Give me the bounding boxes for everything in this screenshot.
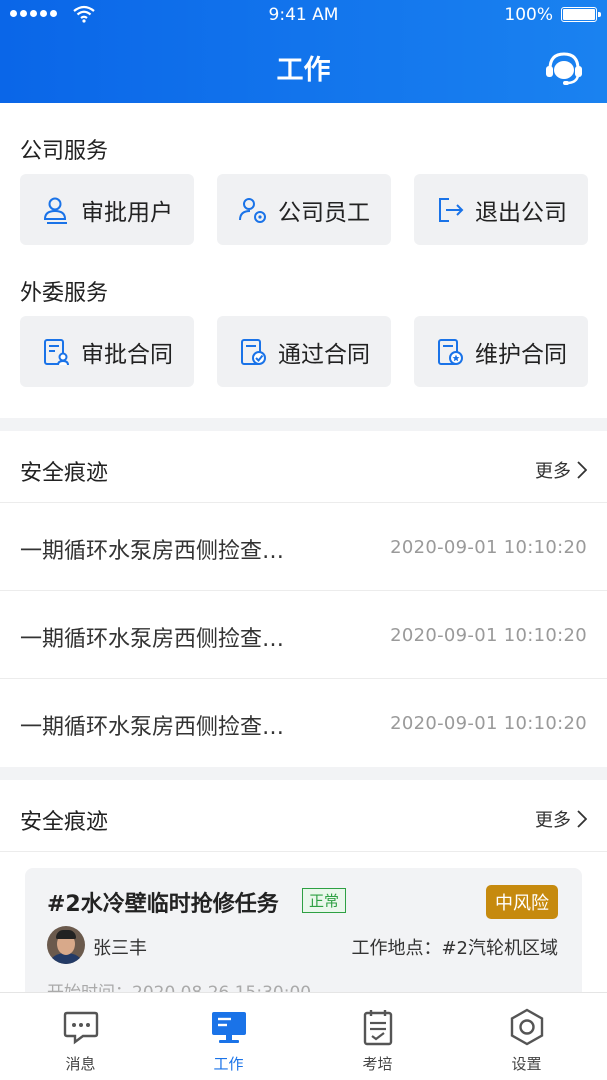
status-bar: 9:41 AM 100% [0, 0, 607, 30]
safety-traces-card: 安全痕迹 更多 一期循环水泵房西侧捡查… 2020-09-01 10:10:20… [0, 431, 607, 767]
maintain-contract-button[interactable]: 维护合同 [414, 316, 588, 387]
card-title: 安全痕迹 [20, 461, 109, 486]
card-header: 安全痕迹 更多 [0, 780, 607, 852]
tab-settings[interactable]: 设置 [451, 993, 602, 1080]
contract-check-icon [241, 338, 266, 365]
more-label: 更多 [535, 461, 571, 482]
chevron-right-icon [577, 461, 587, 479]
contract-star-icon [438, 338, 463, 365]
pass-contract-label: 通过合同 [278, 341, 370, 368]
item-time: 2020-09-01 10:10:20 [390, 625, 587, 646]
pass-contract-button[interactable]: 通过合同 [217, 316, 391, 387]
task-title: #2水冷壁临时抢修任务 [47, 892, 279, 917]
approve-user-icon [43, 197, 67, 224]
approve-contract-button[interactable]: 审批合同 [20, 316, 194, 387]
battery-percent: 100% [504, 5, 553, 25]
avatar [47, 926, 85, 964]
exam-icon [363, 1010, 393, 1046]
work-location: 工作地点：#2汽轮机区域 [351, 938, 558, 959]
approve-contract-label: 审批合同 [81, 341, 173, 368]
tab-exam[interactable]: 考培 [302, 993, 453, 1080]
app-header: 9:41 AM 100% 工作 [0, 0, 607, 103]
task-card[interactable]: #2水冷壁临时抢修任务 正常 中风险 张三丰 工作地点：#2汽轮机区域 开始时间… [25, 868, 582, 992]
battery-icon [561, 7, 601, 22]
tab-label: 工作 [213, 1055, 244, 1073]
item-title: 一期循环水泵房西侧捡查… [20, 627, 285, 652]
list-item[interactable]: 一期循环水泵房西侧捡查… 2020-09-01 10:10:20 [0, 591, 607, 679]
work-icon [212, 1012, 246, 1043]
exit-icon [439, 197, 464, 222]
approve-user-button[interactable]: 审批用户 [20, 174, 194, 245]
company-services-label: 公司服务 [20, 139, 109, 164]
employee-settings-icon [239, 197, 266, 223]
maintain-contract-label: 维护合同 [475, 341, 567, 368]
item-time: 2020-09-01 10:10:20 [390, 713, 587, 734]
item-title: 一期循环水泵房西侧捡查… [20, 539, 285, 564]
more-label: 更多 [535, 810, 571, 831]
tab-label: 考培 [362, 1055, 393, 1073]
tab-messages[interactable]: 消息 [5, 993, 156, 1080]
tab-label: 消息 [65, 1055, 96, 1073]
list-item[interactable]: 一期循环水泵房西侧捡查… 2020-09-01 10:10:20 [0, 679, 607, 767]
start-time: 开始时间：2020.08.26 15:30:00 [47, 978, 311, 992]
item-title: 一期循环水泵房西侧捡查… [20, 715, 285, 740]
page-title: 工作 [276, 55, 331, 86]
contract-approve-icon [44, 338, 69, 365]
item-time: 2020-09-01 10:10:20 [390, 537, 587, 558]
chevron-right-icon [577, 810, 587, 828]
company-employee-button[interactable]: 公司员工 [217, 174, 391, 245]
headset-icon[interactable] [543, 48, 585, 88]
risk-badge: 中风险 [486, 885, 558, 919]
more-link[interactable]: 更多 [535, 457, 587, 483]
status-badge: 正常 [302, 888, 347, 913]
person-name: 张三丰 [93, 938, 147, 959]
tab-label: 设置 [511, 1055, 542, 1073]
list-item[interactable]: 一期循环水泵房西侧捡查… 2020-09-01 10:10:20 [0, 503, 607, 591]
company-employee-label: 公司员工 [278, 199, 370, 226]
services-panel: 公司服务 审批用户 公司员工 退出公司 外委服务 审批合同 通过合同 维护合同 [0, 103, 607, 418]
tab-work[interactable]: 工作 [153, 993, 304, 1080]
exit-company-label: 退出公司 [475, 199, 567, 226]
card-title: 安全痕迹 [20, 810, 109, 835]
safety-tasks-card: 安全痕迹 更多 #2水冷壁临时抢修任务 正常 中风险 张三丰 工作地点：#2汽轮… [0, 780, 607, 992]
tab-bar: 消息 工作 考培 设置 [0, 992, 607, 1080]
message-icon [63, 1011, 99, 1045]
outsource-services-label: 外委服务 [20, 281, 109, 306]
exit-company-button[interactable]: 退出公司 [414, 174, 588, 245]
settings-icon [510, 1008, 544, 1046]
approve-user-label: 审批用户 [81, 199, 173, 226]
more-link[interactable]: 更多 [535, 806, 587, 832]
card-header: 安全痕迹 更多 [0, 431, 607, 503]
